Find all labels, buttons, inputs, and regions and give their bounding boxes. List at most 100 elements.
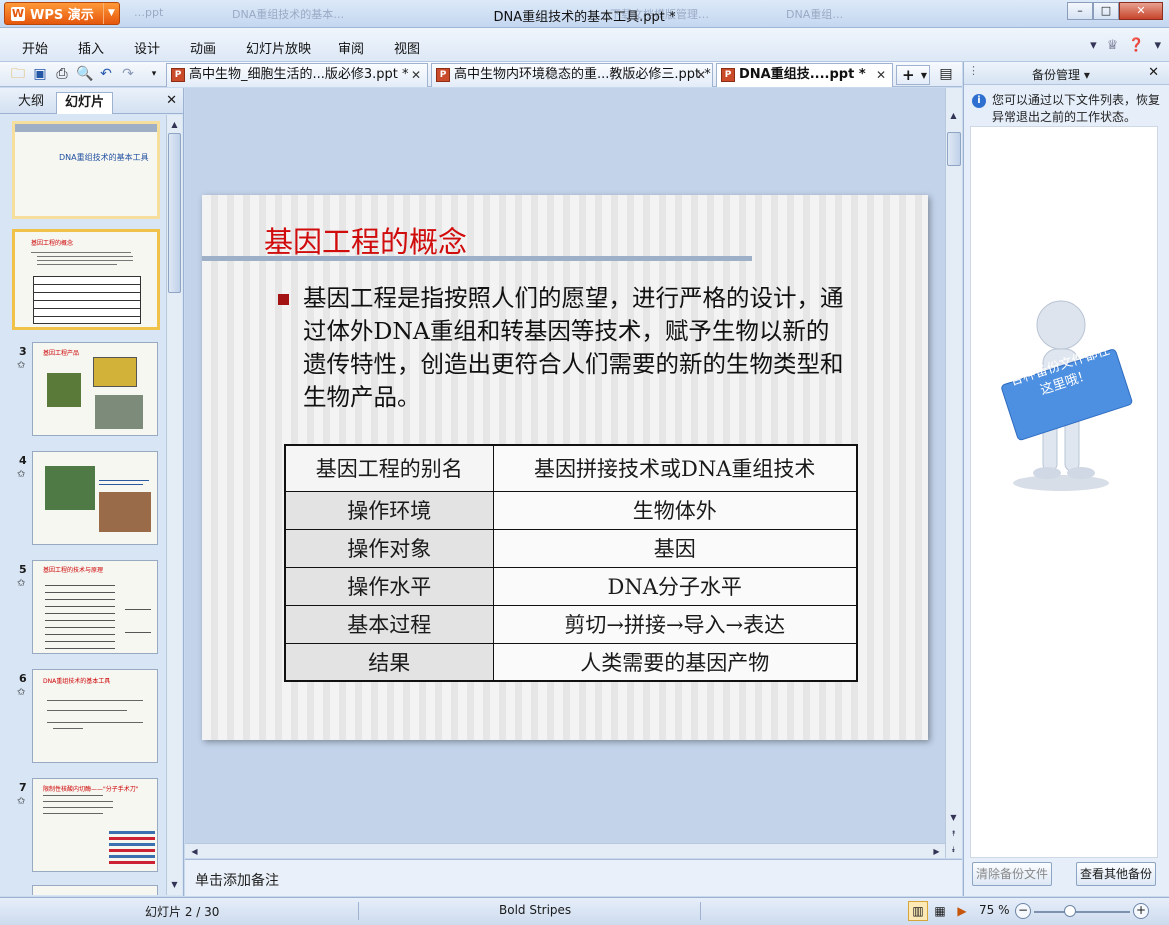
normal-view-icon[interactable]: ▥: [908, 901, 928, 921]
close-tab-icon[interactable]: ✕: [696, 64, 706, 86]
help-icon[interactable]: ❓: [1128, 38, 1144, 53]
table-cell-key[interactable]: 操作环境: [284, 490, 494, 530]
chevron-down-icon[interactable]: ▾: [1154, 38, 1161, 53]
thumbnail-scrollbar[interactable]: ▲ ▼: [166, 115, 182, 895]
slide-thumbnail[interactable]: 基因工程的概念: [12, 229, 160, 330]
wps-app-menu-button[interactable]: W WPS 演示 ▼: [4, 2, 120, 25]
table-cell-value[interactable]: 人类需要的基因产物: [492, 642, 858, 682]
table-cell-key[interactable]: 操作对象: [284, 528, 494, 568]
chevron-down-icon[interactable]: ▼: [103, 3, 119, 24]
minimize-button[interactable]: –: [1067, 2, 1093, 20]
bullet-text[interactable]: 基因工程是指按照人们的愿望，进行严格的设计，通过体外DNA重组和转基因等技术，赋…: [303, 282, 848, 414]
slide-thumbnail[interactable]: 基因工程的技术与原理: [32, 560, 158, 654]
slide-thumbnail[interactable]: [32, 451, 158, 545]
slide-thumbnail[interactable]: 限制性核酸内切酶——"分子手术刀": [32, 778, 158, 872]
print-icon[interactable]: ⎙: [54, 66, 70, 82]
view-other-backups-button[interactable]: 查看其他备份: [1076, 862, 1156, 886]
ppt-file-icon: P: [171, 68, 185, 82]
window-layout-icon[interactable]: ▤: [938, 66, 954, 82]
table-row: 操作水平 DNA分子水平: [284, 566, 858, 606]
menu-design[interactable]: 设计: [134, 38, 160, 57]
slide-canvas[interactable]: 基因工程的概念 基因工程是指按照人们的愿望，进行严格的设计，通过体外DNA重组和…: [202, 195, 928, 740]
chevron-down-icon[interactable]: ▼: [921, 67, 927, 85]
save-icon[interactable]: ▣: [32, 66, 48, 82]
background-tab[interactable]: 下载文档模版管理…: [610, 6, 709, 22]
next-slide-icon[interactable]: ⯯: [946, 842, 961, 857]
menu-start[interactable]: 开始: [22, 38, 48, 57]
close-icon[interactable]: ✕: [166, 93, 177, 108]
open-folder-icon[interactable]: 🗀: [10, 66, 26, 82]
new-tab-button[interactable]: + ▼: [896, 65, 930, 85]
doc-tab-label: 高中生物_细胞生活的...版必修3.ppt *: [189, 67, 409, 82]
zoom-in-button[interactable]: +: [1133, 903, 1149, 919]
doc-tab-2[interactable]: P 高中生物内环境稳态的重...教版必修三.ppt * ✕: [431, 63, 713, 87]
zoom-out-button[interactable]: −: [1015, 903, 1031, 919]
clear-backup-button[interactable]: 清除备份文件: [972, 862, 1052, 886]
app-name: WPS 演示: [30, 8, 94, 23]
editor-horizontal-scrollbar[interactable]: ◀ ▶: [185, 843, 945, 858]
close-tab-icon[interactable]: ✕: [411, 64, 421, 86]
table-cell-value[interactable]: DNA分子水平: [492, 566, 858, 606]
customize-toolbar-icon[interactable]: ▾: [146, 66, 162, 82]
table-cell-value[interactable]: 生物体外: [492, 490, 858, 530]
table-cell-key[interactable]: 基本过程: [284, 604, 494, 644]
divider: [700, 902, 701, 920]
table-cell-value[interactable]: 基因拼接技术或DNA重组技术: [492, 444, 858, 492]
menu-insert[interactable]: 插入: [78, 38, 104, 57]
tab-outline[interactable]: 大纲: [10, 92, 52, 114]
scroll-up-icon[interactable]: ▲: [167, 117, 182, 132]
drag-handle-icon[interactable]: ⋮: [968, 64, 979, 77]
slide-title[interactable]: 基因工程的概念: [264, 219, 467, 261]
doc-tab-1[interactable]: P 高中生物_细胞生活的...版必修3.ppt * ✕: [166, 63, 428, 87]
concept-table[interactable]: 基因工程的别名 基因拼接技术或DNA重组技术 操作环境 生物体外 操作对象 基因…: [284, 444, 858, 682]
table-cell-key[interactable]: 操作水平: [284, 566, 494, 606]
table-cell-key[interactable]: 结果: [284, 642, 494, 682]
close-window-button[interactable]: ✕: [1119, 2, 1163, 20]
slide-thumbnail[interactable]: DNA重组技术的基本工具: [32, 669, 158, 763]
scrollbar-thumb[interactable]: [168, 133, 181, 293]
scroll-up-icon[interactable]: ▲: [946, 108, 961, 123]
scroll-left-icon[interactable]: ◀: [187, 844, 202, 859]
background-tab[interactable]: DNA重组技术的基本…: [232, 6, 344, 22]
previous-slide-icon[interactable]: ⯭: [946, 826, 961, 841]
menu-review[interactable]: 审阅: [338, 38, 364, 57]
table-cell-value[interactable]: 基因: [492, 528, 858, 568]
table-cell-key[interactable]: 基因工程的别名: [284, 444, 494, 492]
chevron-down-icon[interactable]: ▾: [1090, 38, 1097, 53]
editor-vertical-scrollbar[interactable]: ▲ ▼ ⯭ ⯯: [945, 88, 962, 858]
background-tab[interactable]: DNA重组…: [786, 6, 843, 22]
zoom-level: 75 %: [979, 903, 1010, 917]
scroll-down-icon[interactable]: ▼: [167, 877, 182, 892]
scroll-down-icon[interactable]: ▼: [946, 810, 961, 825]
menu-view[interactable]: 视图: [394, 38, 420, 57]
menu-animation[interactable]: 动画: [190, 38, 216, 57]
print-preview-icon[interactable]: 🔍: [76, 66, 93, 82]
table-cell-value[interactable]: 剪切→拼接→导入→表达: [492, 604, 858, 644]
close-icon[interactable]: ✕: [1148, 65, 1159, 80]
notes-placeholder[interactable]: 单击添加备注: [195, 870, 279, 890]
close-tab-icon[interactable]: ✕: [876, 64, 886, 86]
zoom-slider[interactable]: [1034, 911, 1130, 913]
scroll-right-icon[interactable]: ▶: [929, 844, 944, 859]
doc-tab-3[interactable]: P DNA重组技....ppt * ✕: [716, 63, 893, 87]
slideshow-play-icon[interactable]: ▶: [952, 901, 972, 921]
theme-name[interactable]: Bold Stripes: [499, 903, 571, 917]
zoom-slider-thumb[interactable]: [1063, 905, 1076, 917]
shirt-icon[interactable]: ♕: [1107, 38, 1119, 53]
slide-thumbnail[interactable]: 基因工程产品: [32, 342, 158, 436]
notes-pane[interactable]: 单击添加备注: [185, 859, 962, 896]
background-tab[interactable]: …ppt: [134, 6, 163, 22]
slide-thumbnail[interactable]: DNA重组技术的基本工具: [12, 121, 160, 219]
slide-thumbnail[interactable]: [32, 885, 158, 895]
maximize-button[interactable]: □: [1093, 2, 1119, 20]
slide-sorter-icon[interactable]: ▦: [930, 901, 950, 921]
panel-title[interactable]: 备份管理 ▾: [1032, 66, 1090, 83]
table-row: 操作环境 生物体外: [284, 490, 858, 530]
tab-slides[interactable]: 幻灯片: [56, 92, 114, 114]
undo-icon[interactable]: ↶: [98, 66, 114, 82]
backup-file-list[interactable]: 各种备份文件都在这里哦！: [970, 126, 1158, 858]
menu-slideshow[interactable]: 幻灯片放映: [246, 38, 311, 57]
doc-tab-label: DNA重组技....ppt *: [739, 67, 866, 82]
redo-icon[interactable]: ↷: [120, 66, 136, 82]
scrollbar-thumb[interactable]: [947, 132, 961, 166]
